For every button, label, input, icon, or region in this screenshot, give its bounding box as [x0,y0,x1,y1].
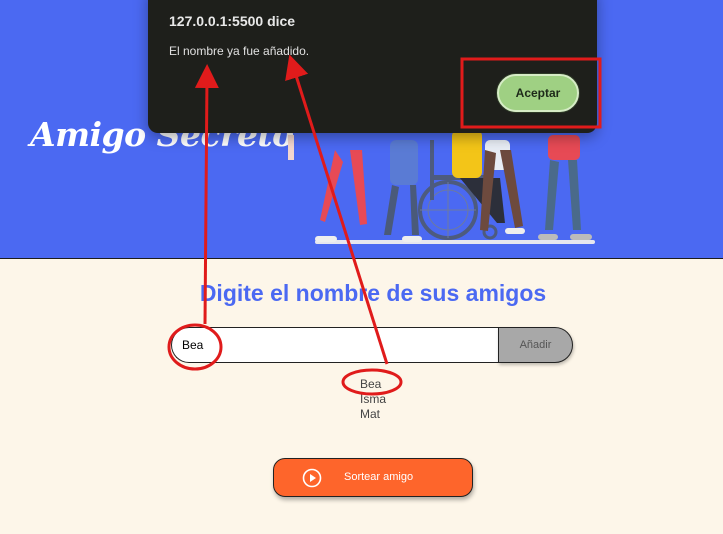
draw-button-label: Sortear amigo [344,471,414,483]
dialog-origin: 127.0.0.1:5500 dice [169,13,296,29]
add-friend-form: Añadir [171,327,573,363]
list-item: Bea [360,377,382,391]
list-item: Isma [360,392,387,406]
accept-button[interactable]: Aceptar [497,74,579,112]
play-circle-icon [302,468,322,488]
list-item: Mat [360,407,381,421]
add-button[interactable]: Añadir [498,327,573,363]
page-subtitle: Digite el nombre de sus amigos [199,280,547,306]
dialog-message: El nombre ya fue añadido. [169,44,310,58]
alert-dialog: 127.0.0.1:5500 dice El nombre ya fue aña… [148,0,597,133]
draw-friend-button[interactable]: Sortear amigo [273,458,473,497]
friends-list: Bea Isma Mat [360,377,386,422]
friend-name-input[interactable] [171,327,498,363]
